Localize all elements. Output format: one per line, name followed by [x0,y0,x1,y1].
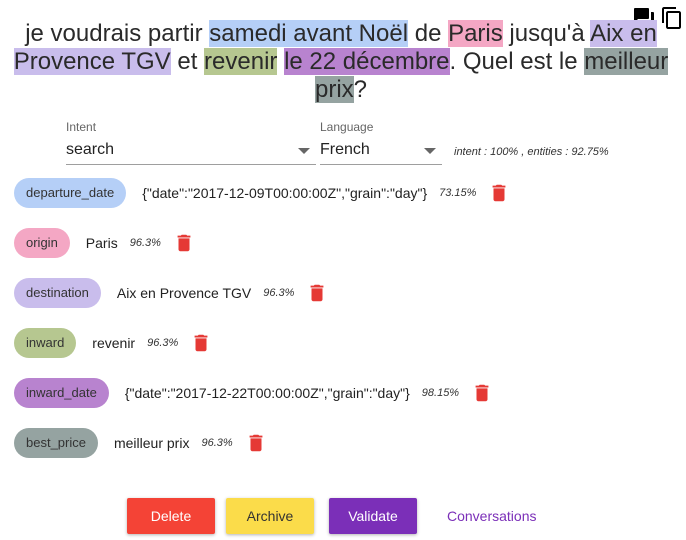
entity-value: revenir [92,335,136,351]
delete-entity-icon[interactable] [488,182,510,204]
delete-entity-icon[interactable] [190,332,212,354]
chevron-down-icon[interactable] [424,148,436,154]
delete-entity-icon[interactable] [173,232,195,254]
entity-value: meilleur prix [113,435,190,451]
entity-role-chip[interactable]: departure_date [14,178,127,208]
entity-highlight[interactable]: revenir [204,48,278,75]
validate-button[interactable]: Validate [329,498,417,534]
sentence-text: de [408,20,449,47]
entity-highlight[interactable]: le 22 décembre [284,48,450,75]
language-label: Language [320,120,374,134]
conversations-link[interactable]: Conversations [447,498,537,534]
entity-row: best_price meilleur prix 96.3% [14,428,267,458]
sentence-text: et [170,48,205,75]
entity-score: 98.15% [421,387,460,399]
entity-score: 96.3% [263,287,295,299]
entity-row: inward_date {"date":"2017-12-22T00:00:00Z… [14,378,493,408]
entity-value: Paris [85,235,118,251]
sentence-text: jusqu'à [502,20,591,47]
entity-value: {"date":"2017-12-22T00:00:00Z","grain":"… [124,385,410,401]
intent-select[interactable]: Intent search [66,118,316,165]
intent-language-row: Intent search Language French [66,118,666,168]
entity-score: 96.3% [147,337,179,349]
intent-value-text: search [66,141,115,158]
entity-value: Aix en Provence TGV [116,285,252,301]
entity-score: 96.3% [129,237,161,249]
annotated-sentence[interactable]: je voudrais partir samedi avant Noël de … [10,20,672,104]
entity-row: origin Paris 96.3% [14,228,195,258]
entity-role-chip[interactable]: best_price [14,428,98,458]
sentence-text: . Quel est le [449,48,585,75]
entity-value: {"date":"2017-12-09T00:00:00Z","grain":"… [142,185,428,201]
language-value-text: French [320,141,370,158]
intent-label: Intent [66,120,97,134]
entity-score: 73.15% [439,187,477,199]
intent-value[interactable]: search [66,136,316,165]
delete-entity-icon[interactable] [306,282,328,304]
entity-role-chip[interactable]: origin [14,228,70,258]
language-select[interactable]: Language French [320,118,442,165]
chevron-down-icon[interactable] [298,148,310,154]
delete-entity-icon[interactable] [245,432,267,454]
language-value[interactable]: French [320,136,442,165]
sentence-text: je voudrais partir [25,20,210,47]
entity-row: departure_date {"date":"2017-12-09T00:00:… [14,178,510,208]
entity-role-chip[interactable]: destination [14,278,101,308]
scores-text: intent : 100% , entities : 92.75% [454,146,609,158]
entity-row: destination Aix en Provence TGV 96.3% [14,278,328,308]
entity-highlight[interactable]: Paris [448,20,503,47]
entity-score: 96.3% [201,437,233,449]
delete-entity-icon[interactable] [471,382,493,404]
entity-role-chip[interactable]: inward [14,328,77,358]
entity-row: inward revenir 96.3% [14,328,212,358]
entity-role-chip[interactable]: inward_date [14,378,109,408]
entity-highlight[interactable]: samedi avant Noël [209,20,409,47]
sentence-text: ? [353,76,368,103]
delete-button[interactable]: Delete [127,498,215,534]
archive-button[interactable]: Archive [226,498,314,534]
